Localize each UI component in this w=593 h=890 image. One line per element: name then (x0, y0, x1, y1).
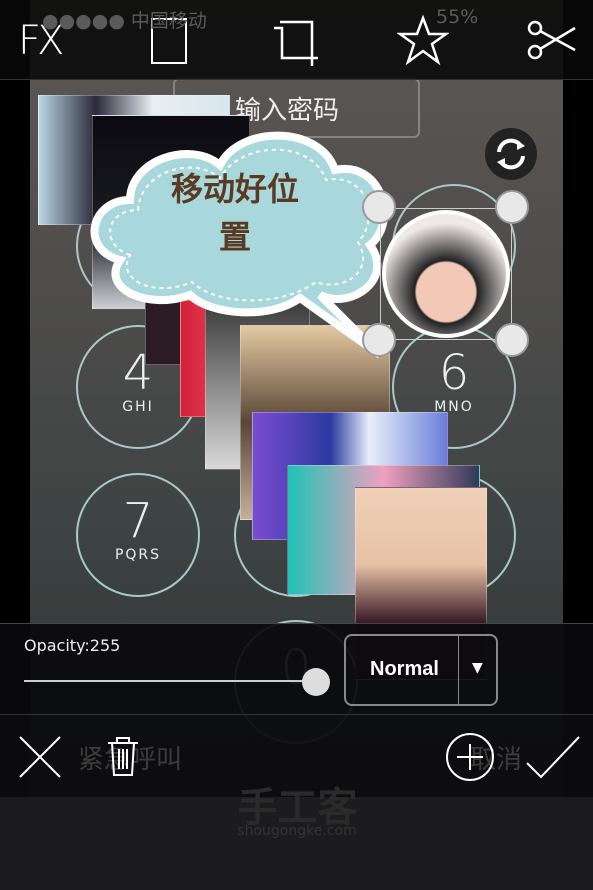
cloud-sticker-text: 移动好位置 (150, 165, 320, 261)
opacity-label: Opacity:255 (24, 636, 121, 655)
resize-handle[interactable] (362, 323, 396, 357)
trash-icon[interactable] (105, 735, 141, 779)
fx-icon[interactable]: FX (18, 18, 70, 70)
chevron-down-icon: ▼ (472, 660, 483, 676)
confirm-check-icon[interactable] (525, 735, 581, 779)
scissors-icon[interactable] (525, 14, 577, 66)
sticker-line1: 移动好位 (170, 170, 299, 208)
watermark-url: shougongke.com (237, 823, 357, 839)
opacity-slider-thumb[interactable] (302, 668, 330, 696)
crop-icon[interactable] (272, 14, 324, 66)
dropdown-divider (458, 636, 459, 704)
add-icon[interactable] (445, 732, 495, 782)
frame-icon[interactable] (143, 14, 195, 66)
resize-handle[interactable] (495, 323, 529, 357)
key-number: 7 (122, 493, 154, 549)
opacity-slider-track[interactable] (24, 680, 316, 682)
resize-handle[interactable] (495, 190, 529, 224)
top-toolbar: FX (0, 0, 593, 80)
key-number: 6 (438, 345, 470, 401)
blend-mode-dropdown[interactable]: Normal ▼ (344, 634, 498, 706)
close-icon[interactable] (18, 735, 62, 779)
keypad-key-7: 7 PQRS (76, 473, 200, 597)
round-photo-sticker[interactable] (382, 210, 510, 338)
rotate-icon[interactable] (483, 126, 539, 182)
star-icon[interactable] (397, 14, 449, 66)
resize-handle[interactable] (362, 190, 396, 224)
blend-mode-value: Normal (370, 658, 439, 680)
layer-options-panel: Opacity:255 Normal ▼ (0, 623, 593, 715)
key-letters: PQRS (114, 547, 162, 563)
sticker-line2: 置 (218, 218, 251, 256)
